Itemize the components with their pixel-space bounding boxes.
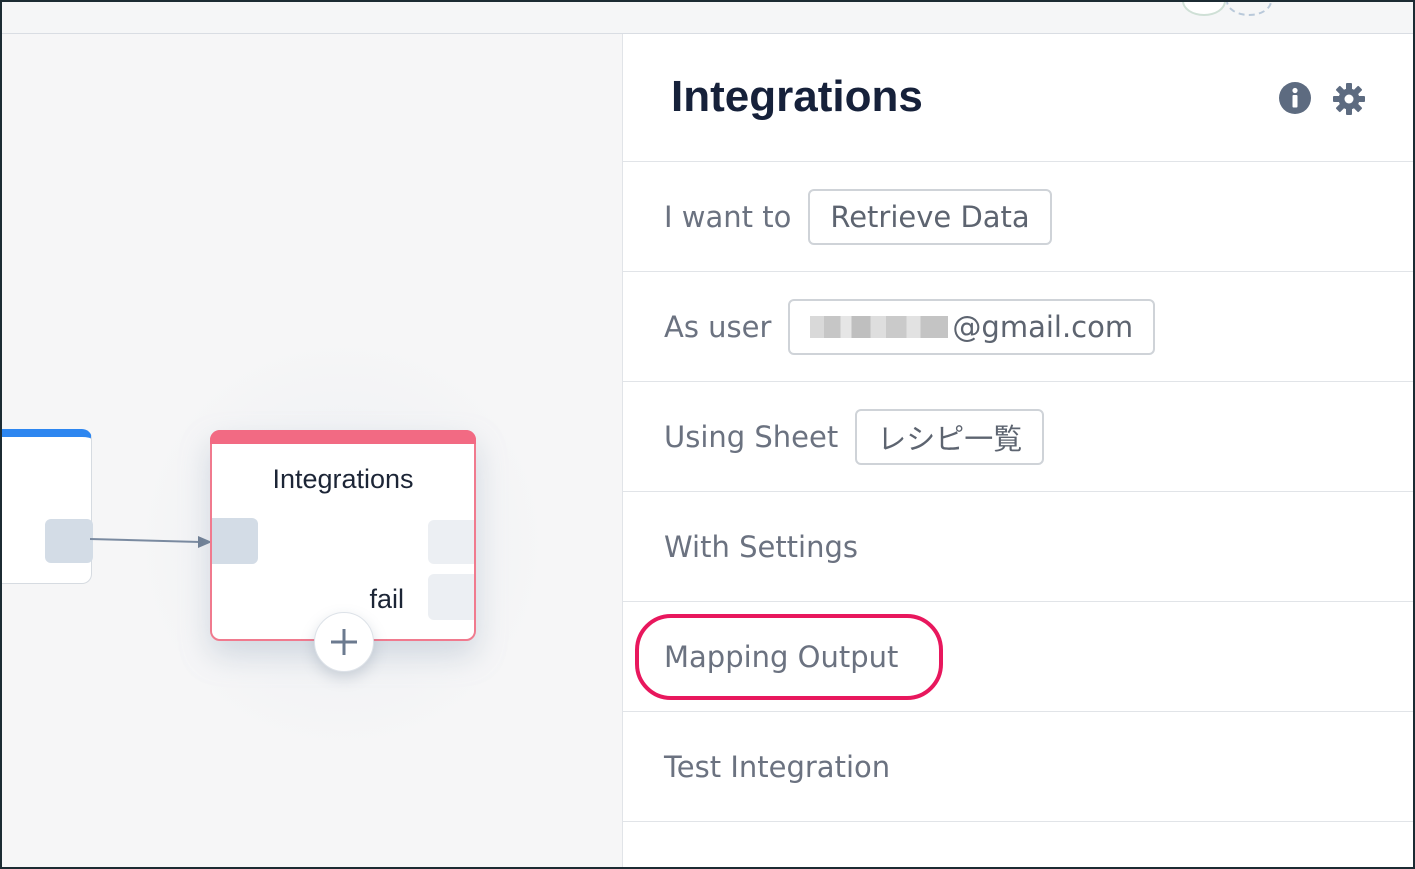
fail-label: fail [369,584,404,614]
node-title: Integrations [272,464,414,494]
top-bar [2,2,1413,34]
connector-arrow [90,536,212,548]
node-fail-port[interactable] [428,574,474,620]
user-avatar[interactable] [1182,2,1226,16]
add-collaborator-avatar[interactable] [1226,2,1272,16]
properties-panel: Integrations I want to Retrieve Data As … [622,34,1413,867]
row-user: As user @gmail.com [623,272,1413,382]
gear-icon[interactable] [1332,82,1366,116]
panel-header: Integrations [623,34,1413,162]
mapping-output-highlight [635,614,943,700]
user-account-selector[interactable]: @gmail.com [788,298,1156,355]
trigger-output-port[interactable] [45,519,93,563]
redacted-email-user [810,315,949,338]
integrations-node[interactable]: Integrations fail [210,430,476,641]
with-settings-label: With Settings [664,529,859,564]
user-email-domain: @gmail.com [952,309,1134,344]
app-window: Integrations fail Integrations I want to… [0,0,1415,869]
action-selector[interactable]: Retrieve Data [808,188,1052,245]
user-label: As user [664,309,772,344]
row-sheet: Using Sheet レシピ一覧 [623,382,1413,492]
trigger-node[interactable] [2,429,93,584]
sheet-label: Using Sheet [664,419,839,454]
sheet-selector[interactable]: レシピ一覧 [855,408,1045,465]
test-integration-label: Test Integration [664,749,891,784]
panel-title: Integrations [671,72,923,121]
row-action: I want to Retrieve Data [623,162,1413,272]
node-header-stripe [210,430,476,444]
flow-canvas[interactable]: Integrations fail [2,34,622,867]
add-step-button[interactable] [314,612,374,672]
plus-icon [331,629,357,655]
node-input-port[interactable] [212,518,258,564]
info-icon[interactable] [1279,82,1311,114]
action-label: I want to [664,199,792,234]
node-success-port[interactable] [428,520,474,564]
row-with-settings[interactable]: With Settings [623,492,1413,602]
row-test-integration[interactable]: Test Integration [623,712,1413,822]
